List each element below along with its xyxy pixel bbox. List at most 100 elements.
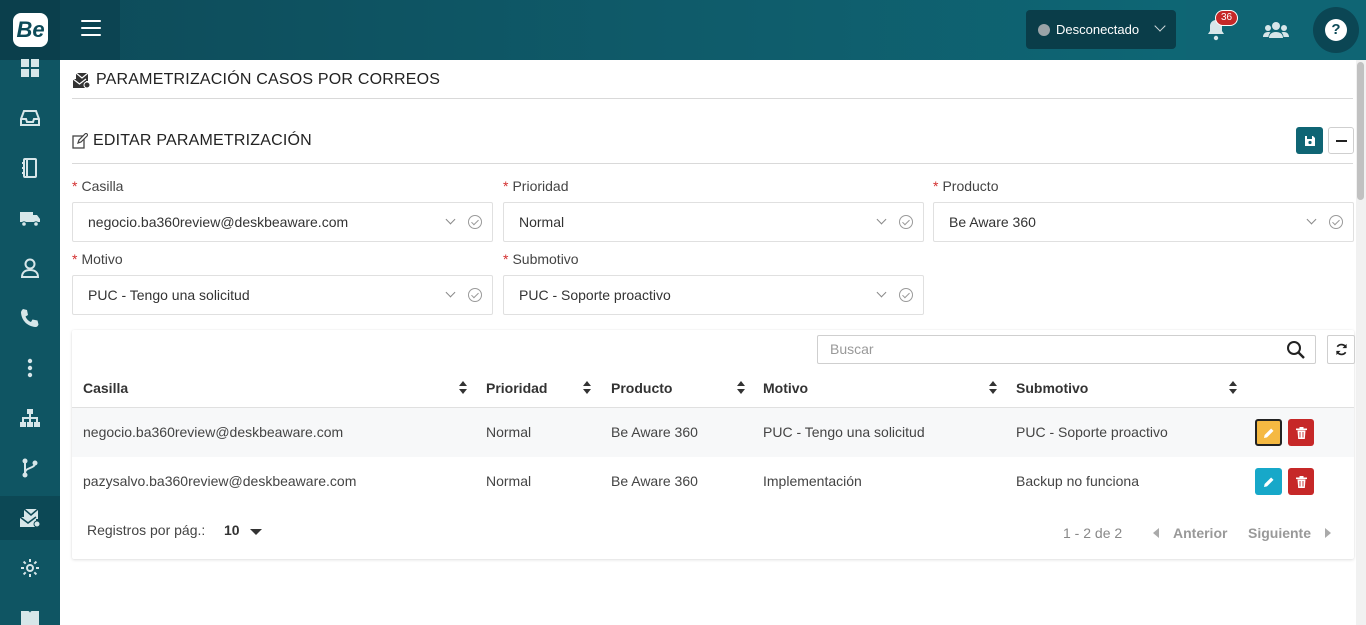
phone-icon xyxy=(21,309,39,327)
edit-button[interactable] xyxy=(1255,468,1282,495)
collapse-button[interactable] xyxy=(1328,127,1354,154)
chevron-right-icon[interactable] xyxy=(1325,528,1331,538)
search-icon[interactable] xyxy=(1286,340,1306,360)
submotivo-label: * Submotivo xyxy=(503,251,579,267)
chevron-down-icon xyxy=(876,287,887,298)
page-title: PARAMETRIZACIÓN CASOS POR CORREOS xyxy=(72,71,440,89)
producto-label: * Producto xyxy=(933,178,999,194)
sidebar-item-settings[interactable] xyxy=(0,546,60,590)
motivo-select[interactable]: PUC - Tengo una solicitud xyxy=(72,275,493,315)
trash-icon xyxy=(1295,475,1307,488)
column-header-motivo[interactable]: Motivo xyxy=(763,380,808,396)
sidebar-item-structure[interactable] xyxy=(0,396,60,440)
sort-icon[interactable] xyxy=(737,381,746,395)
table-row[interactable]: negocio.ba360review@deskbeaware.com Norm… xyxy=(72,408,1354,457)
scrollbar-thumb[interactable] xyxy=(1357,62,1364,200)
status-dot xyxy=(1038,23,1050,36)
branch-icon xyxy=(22,458,38,478)
pagination-info: 1 - 2 de 2 xyxy=(1063,525,1123,541)
check-circle-icon xyxy=(1329,215,1343,229)
book-icon xyxy=(21,611,39,625)
sort-icon[interactable] xyxy=(459,381,468,395)
chevron-down-icon xyxy=(445,214,456,225)
sort-icon[interactable] xyxy=(1229,381,1238,395)
chevron-down-icon xyxy=(1154,20,1166,32)
next-page-button[interactable]: Siguiente xyxy=(1248,525,1311,541)
mail-settings-icon xyxy=(72,72,91,88)
section-title: EDITAR PARAMETRIZACIÓN xyxy=(72,132,312,150)
main-content: PARAMETRIZACIÓN CASOS POR CORREOS EDITAR… xyxy=(60,60,1356,625)
menu-toggle-icon[interactable] xyxy=(81,20,101,40)
sort-icon[interactable] xyxy=(583,381,592,395)
inbox-icon xyxy=(20,110,40,126)
refresh-icon xyxy=(1335,343,1347,356)
cell-prioridad: Normal xyxy=(486,473,532,489)
previous-page-button[interactable]: Anterior xyxy=(1153,525,1227,541)
trash-icon xyxy=(1295,426,1307,439)
divider xyxy=(72,98,1353,99)
chevron-down-icon xyxy=(876,214,887,225)
delete-button[interactable] xyxy=(1288,419,1314,446)
producto-select[interactable]: Be Aware 360 xyxy=(933,202,1354,242)
connection-status-dropdown[interactable]: Desconectado xyxy=(1026,10,1176,49)
prioridad-select[interactable]: Normal xyxy=(503,202,924,242)
app-logo[interactable]: Be xyxy=(13,13,48,47)
pencil-icon xyxy=(1263,477,1273,487)
table-row[interactable]: pazysalvo.ba360review@deskbeaware.com No… xyxy=(72,457,1354,506)
edit-button[interactable] xyxy=(1255,419,1282,446)
caret-down-icon[interactable] xyxy=(250,529,262,535)
cell-casilla: negocio.ba360review@deskbeaware.com xyxy=(83,424,344,440)
check-circle-icon xyxy=(468,288,482,302)
prioridad-value: Normal xyxy=(519,214,565,230)
column-header-prioridad[interactable]: Prioridad xyxy=(486,380,547,396)
column-header-producto[interactable]: Producto xyxy=(611,380,672,396)
divider xyxy=(72,163,1353,164)
per-page-select[interactable]: 10 xyxy=(224,522,240,538)
sidebar-item-docs[interactable] xyxy=(0,596,60,625)
save-button[interactable] xyxy=(1296,127,1323,154)
sidebar-item-more[interactable] xyxy=(0,346,60,390)
delete-button[interactable] xyxy=(1288,468,1314,495)
column-header-casilla[interactable]: Casilla xyxy=(83,380,128,396)
submotivo-select[interactable]: PUC - Soporte proactivo xyxy=(503,275,924,315)
sort-icon[interactable] xyxy=(989,381,998,395)
notebook-icon xyxy=(22,158,37,178)
casilla-label: * Casilla xyxy=(72,178,124,194)
check-circle-icon xyxy=(899,288,913,302)
sidebar-item-dashboard[interactable] xyxy=(0,46,60,90)
sidebar-item-user[interactable] xyxy=(0,246,60,290)
save-icon xyxy=(1304,135,1315,146)
sidebar-item-inbox[interactable] xyxy=(0,96,60,140)
cell-motivo: PUC - Tengo una solicitud xyxy=(763,424,925,440)
sidebar-item-notebook[interactable] xyxy=(0,146,60,190)
users-icon[interactable] xyxy=(1263,20,1289,40)
casilla-value: negocio.ba360review@deskbeaware.com xyxy=(88,214,349,230)
chevron-down-icon xyxy=(1306,214,1317,225)
motivo-label: * Motivo xyxy=(72,251,123,267)
submotivo-value: PUC - Soporte proactivo xyxy=(519,287,671,303)
pencil-icon xyxy=(1263,428,1273,438)
producto-value: Be Aware 360 xyxy=(949,214,1036,230)
search-input[interactable]: Buscar xyxy=(817,335,1316,364)
refresh-button[interactable] xyxy=(1327,335,1355,364)
help-icon[interactable]: ? xyxy=(1325,19,1347,41)
page-title-text: PARAMETRIZACIÓN CASOS POR CORREOS xyxy=(96,71,441,88)
chevron-down-icon xyxy=(445,287,456,298)
sidebar xyxy=(0,59,60,625)
sidebar-item-email-cases[interactable] xyxy=(0,496,60,540)
sidebar-item-shipping[interactable] xyxy=(0,196,60,240)
cell-submotivo: PUC - Soporte proactivo xyxy=(1016,424,1168,440)
prioridad-label: * Prioridad xyxy=(503,178,569,194)
check-circle-icon xyxy=(899,215,913,229)
notification-badge: 36 xyxy=(1215,10,1239,26)
casilla-select[interactable]: negocio.ba360review@deskbeaware.com xyxy=(72,202,493,242)
sidebar-item-phone[interactable] xyxy=(0,296,60,340)
user-icon xyxy=(20,258,40,278)
truck-icon xyxy=(20,212,40,227)
sidebar-item-flows[interactable] xyxy=(0,446,60,490)
gear-icon xyxy=(21,559,39,577)
column-header-submotivo[interactable]: Submotivo xyxy=(1016,380,1088,396)
cell-prioridad: Normal xyxy=(486,424,532,440)
status-label: Desconectado xyxy=(1056,22,1140,37)
cell-producto: Be Aware 360 xyxy=(611,473,698,489)
